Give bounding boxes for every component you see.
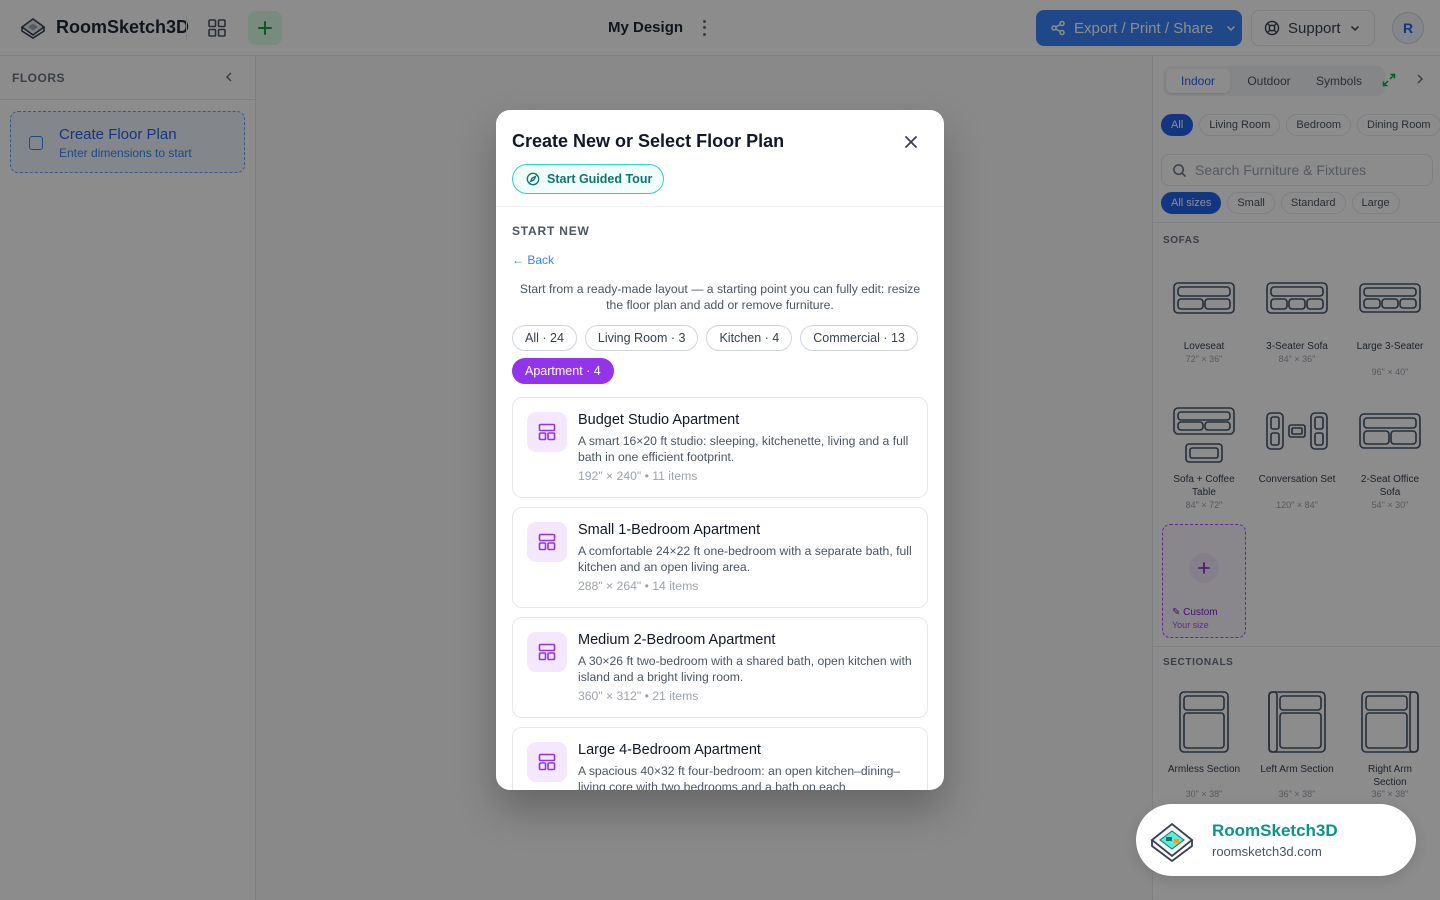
floor-plan-icon: [527, 632, 567, 672]
filter-living-room[interactable]: Living Room · 3: [584, 325, 699, 351]
start-guided-tour-button[interactable]: Start Guided Tour: [512, 164, 664, 194]
filter-kitchen[interactable]: Kitchen · 4: [706, 325, 793, 351]
template-card[interactable]: Small 1-Bedroom Apartment A comfortable …: [512, 507, 928, 608]
template-card[interactable]: Budget Studio Apartment A smart 16×20 ft…: [512, 397, 928, 498]
template-description: A spacious 40×32 ft four-bedroom: an ope…: [578, 764, 901, 790]
template-name: Budget Studio Apartment: [578, 412, 740, 428]
intro-text: Start from a ready-made layout — a start…: [519, 282, 921, 312]
tour-label: Start Guided Tour: [547, 172, 653, 186]
template-name: Medium 2-Bedroom Apartment: [578, 632, 776, 648]
template-name: Large 4-Bedroom Apartment: [578, 742, 761, 758]
house-logo-icon: [1146, 816, 1198, 864]
template-description: A comfortable 24×22 ft one-bedroom with …: [578, 544, 912, 574]
template-filters: Apartment · 4: [512, 358, 614, 384]
modal-divider: [496, 206, 944, 207]
modal-title: Create New or Select Floor Plan: [512, 131, 785, 151]
close-icon[interactable]: [900, 131, 922, 153]
template-meta: 192" × 240" • 11 items: [578, 469, 698, 483]
floor-plan-icon: [527, 412, 567, 452]
template-filters: All · 24 Living Room · 3 Kitchen · 4 Com…: [512, 325, 918, 351]
filter-commercial[interactable]: Commercial · 13: [800, 325, 918, 351]
filter-apartment[interactable]: Apartment · 4: [512, 358, 614, 384]
floor-plan-icon: [527, 522, 567, 562]
template-meta: 288" × 264" • 14 items: [578, 579, 699, 593]
template-name: Small 1-Bedroom Apartment: [578, 522, 761, 538]
floor-plan-icon: [527, 742, 567, 782]
template-card[interactable]: Medium 2-Bedroom Apartment A 30×26 ft tw…: [512, 617, 928, 718]
floor-plan-modal: Create New or Select Floor Plan Start Gu…: [496, 110, 944, 790]
promo-badge[interactable]: RoomSketch3D roomsketch3d.com: [1136, 804, 1416, 876]
back-link[interactable]: ← Back: [512, 253, 554, 267]
start-new-label: START NEW: [512, 224, 590, 238]
template-description: A smart 16×20 ft studio: sleeping, kitch…: [578, 434, 909, 464]
compass-icon: [526, 172, 540, 186]
promo-name: RoomSketch3D: [1212, 821, 1338, 840]
template-meta: 360" × 312" • 21 items: [578, 689, 699, 703]
filter-all[interactable]: All · 24: [512, 325, 577, 351]
template-description: A 30×26 ft two-bedroom with a shared bat…: [578, 654, 912, 684]
promo-url[interactable]: roomsketch3d.com: [1212, 844, 1322, 859]
template-card[interactable]: Large 4-Bedroom Apartment A spacious 40×…: [512, 727, 928, 790]
